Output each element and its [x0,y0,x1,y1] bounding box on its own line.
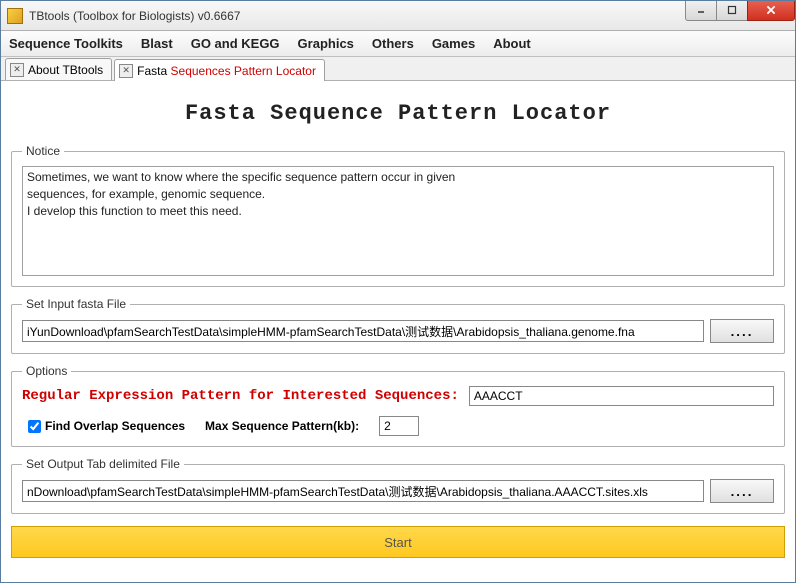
output-file-field[interactable] [22,480,704,502]
menu-blast[interactable]: Blast [141,36,173,51]
input-file-fieldset: Set Input fasta File .... [11,297,785,354]
app-icon [7,8,23,24]
menu-sequence-toolkits[interactable]: Sequence Toolkits [9,36,123,51]
menu-games[interactable]: Games [432,36,475,51]
pattern-label: Regular Expression Pattern for Intereste… [22,388,459,404]
tab-label: Fasta Sequences Pattern Locator [137,64,316,78]
tab-about-tbtools[interactable]: ✕ About TBtools [5,58,112,80]
titlebar: TBtools (Toolbox for Biologists) v0.6667 [1,1,795,31]
content-area: Fasta Sequence Pattern Locator Notice So… [1,81,795,582]
input-file-field[interactable] [22,320,704,342]
max-pattern-input[interactable] [379,416,419,436]
overlap-checkbox[interactable] [28,420,41,433]
overlap-checkbox-wrap[interactable]: Find Overlap Sequences [28,419,185,433]
menu-about[interactable]: About [493,36,531,51]
tab-label: About TBtools [28,63,103,77]
tab-close-icon[interactable]: ✕ [10,63,24,77]
input-file-browse-button[interactable]: .... [710,319,774,343]
notice-legend: Notice [22,144,64,158]
menu-go-kegg[interactable]: GO and KEGG [191,36,280,51]
notice-text[interactable]: Sometimes, we want to know where the spe… [22,166,774,276]
tabstrip: ✕ About TBtools ✕ Fasta Sequences Patter… [1,57,795,81]
page-title: Fasta Sequence Pattern Locator [11,101,785,126]
menu-others[interactable]: Others [372,36,414,51]
start-button[interactable]: Start [11,526,785,558]
max-pattern-label: Max Sequence Pattern(kb): [205,419,359,433]
pattern-input[interactable] [469,386,774,406]
options-legend: Options [22,364,71,378]
options-fieldset: Options Regular Expression Pattern for I… [11,364,785,447]
notice-fieldset: Notice Sometimes, we want to know where … [11,144,785,287]
maximize-button[interactable] [716,1,748,21]
input-file-legend: Set Input fasta File [22,297,130,311]
menu-graphics[interactable]: Graphics [298,36,354,51]
minimize-button[interactable] [685,1,717,21]
menubar: Sequence Toolkits Blast GO and KEGG Grap… [1,31,795,57]
app-window: TBtools (Toolbox for Biologists) v0.6667… [0,0,796,583]
tab-fasta-pattern-locator[interactable]: ✕ Fasta Sequences Pattern Locator [114,59,325,81]
output-file-browse-button[interactable]: .... [710,479,774,503]
output-file-legend: Set Output Tab delimited File [22,457,184,471]
output-file-fieldset: Set Output Tab delimited File .... [11,457,785,514]
overlap-label: Find Overlap Sequences [45,419,185,433]
window-title: TBtools (Toolbox for Biologists) v0.6667 [29,9,686,23]
close-button[interactable] [747,1,795,21]
window-controls [686,1,795,21]
tab-close-icon[interactable]: ✕ [119,64,133,78]
